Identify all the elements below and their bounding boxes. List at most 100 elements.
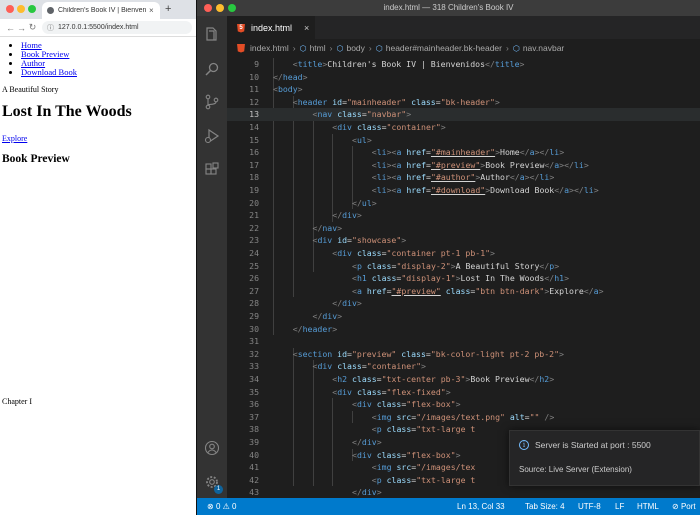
browser-tab[interactable]: Children's Book IV | Bienvenido × [42, 2, 160, 19]
code-token: > [593, 185, 599, 195]
explore-link[interactable]: Explore [2, 134, 194, 143]
code-line[interactable]: 16 <li><a href="#mainheader">Home</a></li… [227, 146, 700, 159]
close-editor-tab-icon[interactable]: × [304, 23, 309, 33]
search-icon[interactable] [204, 61, 220, 77]
code-line[interactable]: 19 <li><a href="#download">Download Book<… [227, 184, 700, 197]
minimize-window-icon[interactable] [17, 5, 25, 13]
code-line[interactable]: 22 </nav> [227, 222, 700, 235]
breadcrumb-item-nav[interactable]: nav.navbar [523, 43, 564, 53]
chevron-right-icon: › [329, 43, 333, 53]
code-line[interactable]: 43 </div> [227, 486, 700, 498]
code-line[interactable]: 14 <div class="container"> [227, 121, 700, 134]
tab-size[interactable]: Tab Size: 4 [525, 498, 565, 515]
code-text: <div id="showcase"> [313, 234, 407, 247]
code-text: <section id="preview" class="bk-color-li… [293, 348, 564, 361]
code-line[interactable]: 23 <div id="showcase"> [227, 234, 700, 247]
minimize-window-icon[interactable] [216, 4, 224, 12]
code-line[interactable]: 17 <li><a href="#preview">Book Preview</a… [227, 159, 700, 172]
site-info-icon[interactable]: ⓘ [47, 23, 54, 33]
account-icon[interactable] [204, 440, 220, 456]
run-debug-icon[interactable] [204, 128, 220, 144]
code-line[interactable]: 21 </div> [227, 209, 700, 222]
code-token: img [376, 411, 392, 422]
code-line[interactable]: 32 <section id="preview" class="bk-color-… [227, 348, 700, 361]
code-line[interactable]: 30 </header> [227, 323, 700, 336]
code-token: > [356, 210, 362, 221]
problems-indicator[interactable]: ⊗ 0 ⚠ 0 [207, 498, 236, 515]
code-token: class [352, 374, 377, 384]
breadcrumb-item-file[interactable]: index.html [250, 43, 289, 53]
maximize-window-icon[interactable] [228, 4, 236, 12]
code-line[interactable]: 31 [227, 335, 700, 348]
code-line[interactable]: 13 <nav class="navbar"> [227, 108, 700, 121]
close-window-icon[interactable] [6, 5, 14, 13]
code-line[interactable]: 29 </div> [227, 310, 700, 323]
chevron-right-icon: › [292, 43, 296, 53]
end-of-line[interactable]: LF [615, 498, 624, 515]
code-line[interactable]: 37 <img src="/images/text.png" alt="" /> [227, 411, 700, 424]
code-token: title [297, 59, 323, 69]
code-line[interactable]: 28 </div> [227, 297, 700, 310]
nav-link-download-book[interactable]: Download Book [21, 67, 77, 77]
code-line[interactable]: 27 <a href="#preview" class="btn btn-dark… [227, 285, 700, 298]
line-number: 10 [249, 71, 259, 82]
breadcrumb-item-header[interactable]: header#mainheader.bk-header [386, 43, 502, 53]
code-token: "container pt-1 pb-1" [386, 248, 491, 258]
extensions-icon[interactable] [204, 162, 220, 178]
address-bar[interactable]: ⓘ 127.0.0.1:5500/index.html [42, 21, 192, 34]
code-line[interactable]: 18 <li><a href="#author">Author</a></li> [227, 171, 700, 184]
code-token: Lost In The Woods [460, 273, 545, 284]
code-line[interactable]: 24 <div class="container pt-1 pb-1"> [227, 247, 700, 260]
code-token: div [356, 449, 372, 460]
code-line[interactable]: 9 <title>Children's Book IV | Bienvenidos… [227, 58, 700, 71]
close-window-icon[interactable] [204, 4, 212, 12]
code-token: id [332, 96, 343, 107]
language-mode[interactable]: HTML [637, 498, 659, 515]
code-token: nav [322, 222, 338, 233]
back-button[interactable]: ← [5, 23, 16, 33]
line-number: 21 [249, 210, 259, 221]
code-line[interactable]: 25 <p class="display-2">A Beautiful Story… [227, 260, 700, 273]
breadcrumb-item-html[interactable]: html [310, 43, 326, 53]
live-server-port[interactable]: ⊘ Port [672, 498, 696, 515]
explorer-icon[interactable] [204, 26, 220, 42]
code-token: body [277, 84, 298, 95]
cursor-position[interactable]: Ln 13, Col 33 [457, 498, 505, 515]
code-text: <title>Children's Book IV | Bienvenidos<… [293, 58, 525, 71]
code-line[interactable]: 20 </ul> [227, 197, 700, 210]
source-control-icon[interactable] [204, 94, 220, 110]
browser-toolbar: ← → ↻ ⓘ 127.0.0.1:5500/index.html [0, 19, 196, 37]
code-line[interactable]: 36 <div class="flex-box"> [227, 398, 700, 411]
code-token: div [361, 437, 377, 447]
code-line[interactable]: 26 <h1 class="display-1">Lost In The Wood… [227, 272, 700, 285]
editor-tab-index-html[interactable]: 5 index.html × [227, 16, 315, 39]
breadcrumb-item-body[interactable]: body [346, 43, 364, 53]
code-token: class [356, 248, 382, 258]
code-line[interactable]: 15 <ul> [227, 134, 700, 147]
code-text: <div class="flex-box"> [352, 449, 461, 462]
code-line[interactable]: 33 <div class="container"> [227, 360, 700, 373]
new-tab-button[interactable]: + [165, 3, 171, 15]
code-line[interactable]: 11 <body> [227, 83, 700, 96]
code-line[interactable]: 35 <div class="flex-fixed"> [227, 386, 700, 399]
line-number: 33 [249, 361, 259, 372]
code-token: h2 [337, 374, 348, 384]
reload-button[interactable]: ↻ [27, 22, 38, 33]
code-token: li [573, 159, 584, 170]
maximize-window-icon[interactable] [28, 5, 36, 13]
code-text: <h2 class="txt-center pb-3">Book Preview… [332, 373, 554, 386]
notification-message: Server is Started at port : 5500 [535, 440, 651, 450]
code-token: > [564, 273, 569, 284]
code-line[interactable]: 12 <header id="mainheader" class="bk-head… [227, 96, 700, 109]
code-line[interactable]: 10 </head> [227, 71, 700, 84]
code-line[interactable]: 34 <h2 class="txt-center pb-3">Book Previ… [227, 373, 700, 386]
code-token: </ [352, 487, 362, 498]
code-text: </div> [313, 310, 343, 323]
encoding[interactable]: UTF-8 [578, 498, 601, 515]
code-token: > [332, 323, 338, 334]
forward-button[interactable]: → [16, 23, 27, 33]
close-tab-icon[interactable]: × [149, 6, 154, 15]
favicon-icon [47, 7, 54, 14]
code-token: "#download" [430, 185, 486, 195]
notification-toast[interactable]: i Server is Started at port : 5500 Sourc… [509, 430, 700, 486]
